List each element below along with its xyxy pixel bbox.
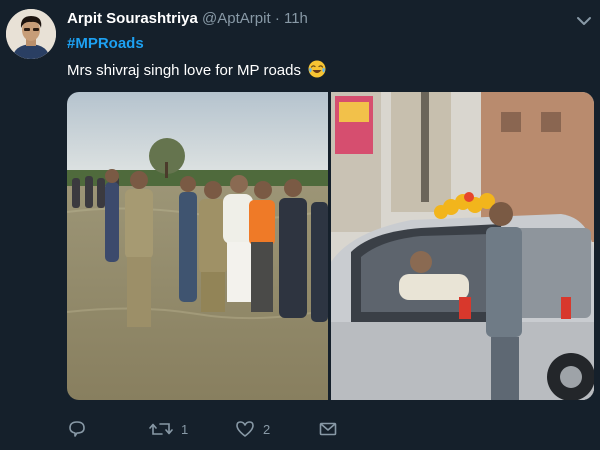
like-button[interactable]: 2 [235, 417, 270, 441]
separator-dot: · [274, 10, 280, 27]
avatar[interactable] [6, 9, 56, 59]
more-options-button[interactable] [572, 10, 596, 32]
retweet-button[interactable]: 1 [149, 417, 188, 441]
avatar-image [6, 9, 56, 59]
car-photo-image [331, 92, 594, 400]
tweet-header: Arpit Sourashtriya @AptArpit · 11h [67, 10, 308, 27]
car-photo[interactable] [331, 92, 594, 400]
hashtag-link[interactable]: #MPRoads [67, 35, 144, 52]
like-count: 2 [263, 421, 271, 437]
flood-photo-image [67, 92, 328, 400]
author-handle[interactable]: @AptArpit [202, 10, 271, 27]
tweet-text-content: Mrs shivraj singh love for MP roads [67, 62, 301, 79]
chevron-down-icon [577, 17, 591, 25]
reply-icon [69, 421, 85, 437]
direct-message-button[interactable] [318, 417, 338, 441]
tweet-card: Arpit Sourashtriya @AptArpit · 11h #MPRo… [0, 0, 600, 450]
tweet-actions: 1 2 [0, 417, 600, 443]
heart-icon [236, 421, 254, 437]
flood-photo[interactable] [67, 92, 328, 400]
retweet-count: 1 [181, 421, 189, 437]
author-name[interactable]: Arpit Sourashtriya [67, 10, 198, 27]
timestamp[interactable]: 11h [284, 10, 308, 27]
face-with-tears-of-joy-icon [308, 60, 326, 78]
envelope-icon [319, 422, 337, 436]
tweet-text: Mrs shivraj singh love for MP roads [67, 60, 326, 79]
reply-button[interactable] [67, 417, 95, 441]
retweet-icon [149, 423, 173, 435]
